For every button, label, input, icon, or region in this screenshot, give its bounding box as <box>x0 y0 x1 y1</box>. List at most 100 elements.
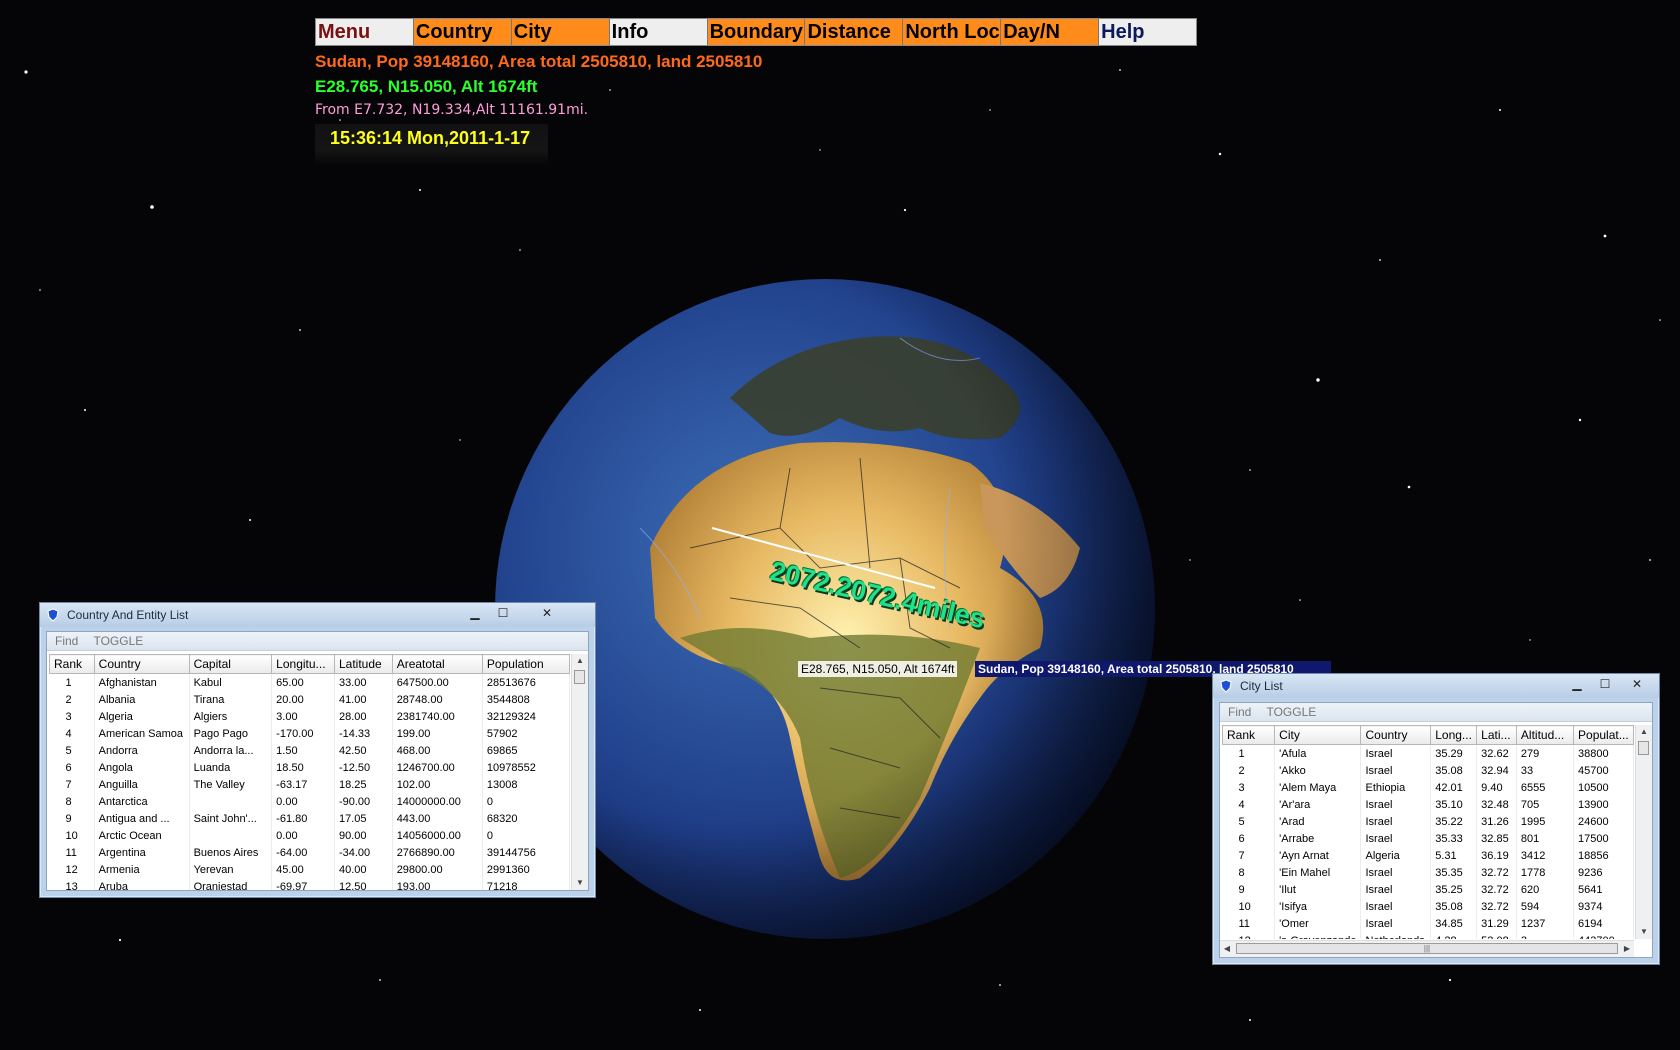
table-cell: 0 <box>482 827 570 844</box>
toggle-button[interactable]: TOGGLE <box>93 634 143 648</box>
menu-menu[interactable]: Menu <box>316 19 414 45</box>
table-row[interactable]: 7 Anguilla The Valley -63.17 18.25 102.00 1300… <box>49 776 570 793</box>
menu-help[interactable]: Help <box>1099 19 1197 45</box>
scroll-down-arrow-icon[interactable]: ▼ <box>572 876 588 890</box>
column-header[interactable]: Country <box>93 654 190 674</box>
menu-day-n[interactable]: Day/N <box>1001 19 1100 45</box>
table-cell: 24600 <box>1573 813 1634 830</box>
scroll-thumb[interactable] <box>1638 741 1649 755</box>
close-button[interactable]: ✕ <box>1615 676 1659 693</box>
table-row[interactable]: 12 Armenia Yerevan 45.00 40.00 29800.00 299136… <box>49 861 570 878</box>
column-header[interactable]: Latitude <box>333 654 393 674</box>
scroll-up-arrow-icon[interactable]: ▲ <box>572 654 588 668</box>
table-cell: Israel <box>1360 796 1432 813</box>
table-row[interactable]: 6 'Arrabe Israel 35.33 32.85 801 17500 <box>1222 830 1634 847</box>
menu-distance[interactable]: Distance <box>805 19 904 45</box>
table-row[interactable]: 7 'Ayn Arnat Algeria 5.31 36.19 3412 18856 <box>1222 847 1634 864</box>
table-cell: Israel <box>1360 813 1432 830</box>
city-window-titlebar[interactable]: City List ▁ ☐ ✕ <box>1213 674 1659 698</box>
menu-city[interactable]: City <box>511 19 610 45</box>
minimize-button[interactable]: ▁ <box>461 605 489 622</box>
column-header[interactable]: City <box>1274 725 1362 745</box>
table-row[interactable]: 3 Algeria Algiers 3.00 28.00 2381740.00 321293… <box>49 708 570 725</box>
find-button[interactable]: Find <box>55 634 78 648</box>
scroll-down-arrow-icon[interactable]: ▼ <box>1636 925 1652 939</box>
table-cell: -90.00 <box>334 793 393 810</box>
table-row[interactable]: 10 Arctic Ocean 0.00 90.00 14056000.00 0 <box>49 827 570 844</box>
column-header[interactable]: Capital <box>188 654 273 674</box>
table-cell: 3 <box>1516 932 1575 939</box>
table-row[interactable]: 9 'Ilut Israel 35.25 32.72 620 5641 <box>1222 881 1634 898</box>
country-table-container: Rank Country Capital Longitu... Latitude Area… <box>49 654 570 890</box>
column-header[interactable]: Altitud... <box>1515 725 1575 745</box>
maximize-button[interactable]: ☐ <box>489 605 517 622</box>
table-cell: 36.19 <box>1476 847 1517 864</box>
table-cell: 'Alem Maya <box>1274 779 1362 796</box>
column-header[interactable]: Population <box>481 654 570 674</box>
table-row[interactable]: 6 Angola Luanda 18.50 -12.50 1246700.00 109785… <box>49 759 570 776</box>
table-row[interactable]: 2 'Akko Israel 35.08 32.94 33 45700 <box>1222 762 1634 779</box>
column-header[interactable]: Longitu... <box>271 654 335 674</box>
table-row[interactable]: 5 Andorra Andorra la... 1.50 42.50 468.00 6986… <box>49 742 570 759</box>
city-vertical-scrollbar[interactable]: ▲ ▼ <box>1635 725 1652 939</box>
scroll-left-arrow-icon[interactable]: ◀ <box>1220 941 1234 957</box>
scroll-up-arrow-icon[interactable]: ▲ <box>1636 725 1652 739</box>
table-row[interactable]: 1 Afghanistan Kabul 65.00 33.00 647500.00 2851… <box>49 673 570 691</box>
table-cell: 69865 <box>482 742 570 759</box>
table-cell: 102.00 <box>392 776 483 793</box>
table-row[interactable]: 3 'Alem Maya Ethiopia 42.01 9.40 6555 10500 <box>1222 779 1634 796</box>
column-header[interactable]: Areatotal <box>391 654 483 674</box>
table-row[interactable]: 2 Albania Tirana 20.00 41.00 28748.00 3544808 <box>49 691 570 708</box>
table-cell: 32.48 <box>1476 796 1517 813</box>
column-header[interactable]: Country <box>1360 725 1432 745</box>
menu-north-lock[interactable]: North Lock <box>903 19 1002 45</box>
table-cell: 71218 <box>482 878 570 890</box>
table-cell: 40.00 <box>334 861 393 878</box>
table-row[interactable]: 5 'Arad Israel 35.22 31.26 1995 24600 <box>1222 813 1634 830</box>
find-button[interactable]: Find <box>1228 705 1251 719</box>
table-row[interactable]: 9 Antigua and ... Saint John'... -61.80 17.0… <box>49 810 570 827</box>
column-header[interactable]: Populat... <box>1573 725 1634 745</box>
window-title: Country And Entity List <box>67 608 189 622</box>
table-row[interactable]: 12's-GravenzandeNetherlands4.2852.083443… <box>1222 932 1634 939</box>
scroll-thumb[interactable]: ||| <box>1236 943 1618 954</box>
table-row[interactable]: 10 'Isifya Israel 35.08 32.72 594 9374 <box>1222 898 1634 915</box>
city-horizontal-scrollbar[interactable]: ◀ ||| ▶ <box>1220 940 1634 957</box>
scroll-right-arrow-icon[interactable]: ▶ <box>1620 941 1634 957</box>
table-cell: Israel <box>1360 898 1432 915</box>
table-row[interactable]: 11 Argentina Buenos Aires -64.00 -34.00 27668… <box>49 844 570 861</box>
table-cell: 12.50 <box>334 878 393 890</box>
table-cell: 35.35 <box>1430 864 1478 881</box>
table-row[interactable]: 4 American Samoa Pago Pago -170.00 -14.33 199… <box>49 725 570 742</box>
country-list-window[interactable]: Country And Entity List ▁ ☐ ✕ Find TOGGL… <box>39 602 596 898</box>
table-row[interactable]: 1 'Afula Israel 35.29 32.62 279 38800 <box>1222 744 1634 762</box>
table-cell: 14056000.00 <box>392 827 483 844</box>
column-header[interactable]: Long... <box>1430 725 1478 745</box>
column-header[interactable]: Rank <box>49 654 95 674</box>
menu-boundary[interactable]: Boundary <box>707 19 806 45</box>
table-row[interactable]: 8 'Ein Mahel Israel 35.35 32.72 1778 9236 <box>1222 864 1634 881</box>
country-vertical-scrollbar[interactable]: ▲ ▼ <box>571 654 588 890</box>
table-cell: Saint John'... <box>189 810 273 827</box>
table-cell: 52.08 <box>1476 932 1517 939</box>
table-cell: 35.25 <box>1430 881 1478 898</box>
table-row[interactable]: 4 'Ar'ara Israel 35.10 32.48 705 13900 <box>1222 796 1634 813</box>
table-row[interactable]: 13 Aruba Oranjestad -69.97 12.50 193.00 71218 <box>49 878 570 890</box>
table-cell: 11 <box>49 844 95 861</box>
scroll-thumb[interactable] <box>574 670 585 684</box>
column-header[interactable]: Rank <box>1222 725 1276 745</box>
menu-info[interactable]: Info <box>609 19 708 45</box>
column-header[interactable]: Lati... <box>1476 725 1517 745</box>
country-window-titlebar[interactable]: Country And Entity List ▁ ☐ ✕ <box>40 603 595 627</box>
table-cell: 18.50 <box>271 759 335 776</box>
table-cell: 443.00 <box>392 810 483 827</box>
table-row[interactable]: 8 Antarctica 0.00 -90.00 14000000.00 0 <box>49 793 570 810</box>
minimize-button[interactable]: ▁ <box>1563 676 1591 693</box>
close-button[interactable]: ✕ <box>525 605 569 622</box>
table-cell: 20.00 <box>271 691 335 708</box>
city-list-window[interactable]: City List ▁ ☐ ✕ Find TOGGLE Rank City Coun… <box>1212 673 1660 965</box>
table-row[interactable]: 11 'Omer Israel 34.85 31.29 1237 6194 <box>1222 915 1634 932</box>
toggle-button[interactable]: TOGGLE <box>1266 705 1316 719</box>
table-cell: 6194 <box>1573 915 1634 932</box>
menu-country[interactable]: Country <box>413 19 512 45</box>
